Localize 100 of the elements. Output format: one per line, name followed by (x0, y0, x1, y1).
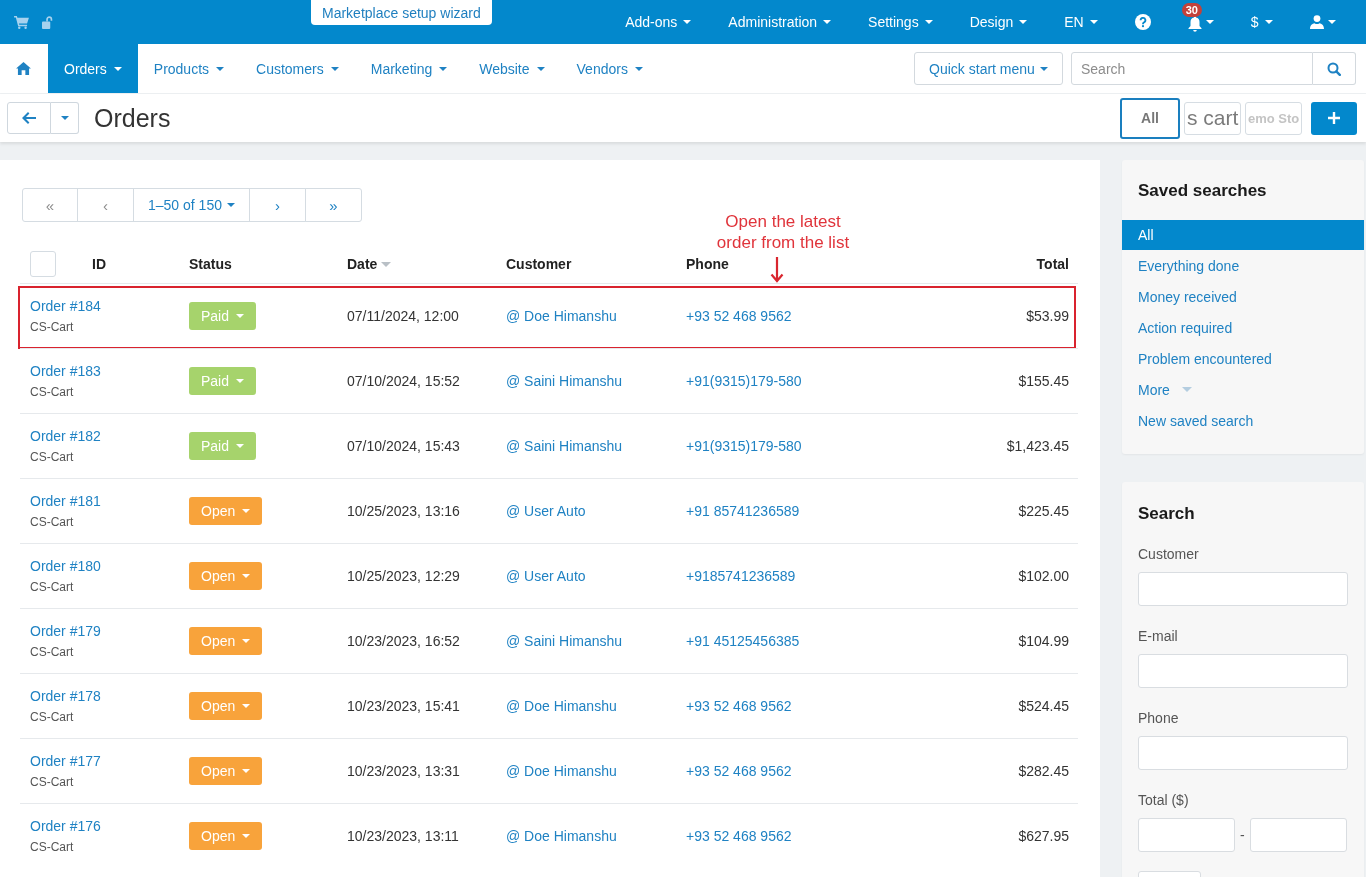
customer-link[interactable]: @ Saini Himanshu (506, 373, 623, 389)
input-field[interactable] (1249, 818, 1347, 852)
customer-link[interactable]: @ Saini Himanshu (506, 438, 623, 454)
customer-link[interactable]: @ Doe Himanshu (506, 308, 617, 324)
menu-item[interactable]: Settings (849, 0, 952, 44)
order-link[interactable]: Order #180 (30, 558, 101, 574)
column-header[interactable]: Customer (506, 256, 572, 272)
caret-icon[interactable] (1327, 20, 1336, 24)
order-total: $102.00 (1018, 568, 1069, 584)
column-header[interactable]: Status (189, 256, 232, 272)
storefront-name: CS-Cart (30, 710, 74, 724)
order-date: 10/23/2023, 13:31 (347, 763, 460, 779)
select-all-checkbox[interactable] (30, 251, 56, 277)
order-link[interactable]: Order #183 (30, 363, 101, 379)
order-link[interactable]: Order #182 (30, 428, 101, 444)
storefront-name: CS-Cart (30, 840, 74, 854)
order-link[interactable]: Order #179 (30, 623, 101, 639)
saved-search-link[interactable]: Action required (1122, 312, 1364, 343)
order-date: 10/25/2023, 13:16 (347, 503, 460, 519)
customer-link[interactable]: @ User Auto (506, 503, 586, 519)
page-nav-button[interactable]: › (249, 188, 306, 222)
saved-search-link[interactable]: All (1122, 220, 1364, 250)
input-field[interactable] (1138, 572, 1348, 606)
column-header[interactable]: Total (1036, 256, 1069, 272)
caret-icon (242, 509, 251, 513)
search-button[interactable] (1313, 52, 1356, 85)
input-field[interactable] (1138, 736, 1348, 770)
storefront-button[interactable]: s cart (1184, 101, 1241, 135)
caret-icon (242, 834, 251, 838)
order-total: $53.99 (1026, 308, 1069, 324)
cart-icon[interactable] (14, 15, 29, 29)
caret-icon (60, 116, 69, 120)
order-link[interactable]: Order #177 (30, 753, 101, 769)
column-header[interactable]: Date (347, 256, 378, 272)
field-label: Customer (1138, 545, 1200, 563)
caret-icon (924, 20, 933, 24)
phone-link[interactable]: +91(9315)179-580 (686, 373, 802, 389)
add-button[interactable] (1311, 101, 1357, 135)
more-dropdown[interactable]: More (1122, 374, 1364, 405)
wizard-button[interactable]: Marketplace setup wizard (311, 0, 492, 25)
phone-link[interactable]: +93 52 468 9562 (686, 308, 792, 324)
menu-item[interactable]: $ (1232, 0, 1291, 44)
help-icon[interactable] (1134, 14, 1151, 30)
order-link[interactable]: Order #184 (30, 298, 101, 314)
customer-link[interactable]: @ Doe Himanshu (506, 828, 617, 844)
bell-icon[interactable] (1187, 15, 1202, 32)
caret-icon (236, 379, 245, 383)
phone-link[interactable]: +91(9315)179-580 (686, 438, 802, 454)
user-icon[interactable] (1309, 15, 1324, 29)
phone-link[interactable]: +91 85741236589 (686, 503, 800, 519)
back-arrow-icon (22, 112, 36, 124)
menu-item[interactable]: Design (951, 0, 1046, 44)
phone-link[interactable]: +93 52 468 9562 (686, 763, 792, 779)
caret-icon (330, 66, 339, 71)
saved-search-link[interactable]: Everything done (1122, 250, 1364, 281)
phone-link[interactable]: +93 52 468 9562 (686, 698, 792, 714)
caret-icon (242, 769, 251, 773)
storefront-name: CS-Cart (30, 515, 74, 529)
caret-icon[interactable] (1205, 20, 1214, 24)
menu-item[interactable]: Administration (709, 0, 850, 44)
caret-icon (1089, 20, 1098, 24)
customer-link[interactable]: @ Doe Himanshu (506, 763, 617, 779)
storefront-name: CS-Cart (30, 580, 74, 594)
notification-count: 30 (1181, 2, 1202, 17)
saved-search-link[interactable]: Money received (1122, 281, 1364, 312)
input-field[interactable] (1138, 654, 1348, 688)
order-total: $282.45 (1018, 763, 1069, 779)
order-date: 10/23/2023, 15:41 (347, 698, 460, 714)
order-date: 10/23/2023, 13:11 (347, 828, 459, 844)
quick-start-menu-button[interactable]: Quick start menu (914, 52, 1063, 85)
column-header[interactable]: ID (92, 256, 106, 272)
storefront-button[interactable]: All (1120, 97, 1180, 139)
page-nav-button[interactable]: » (305, 188, 362, 222)
menu-item[interactable]: EN (1045, 0, 1117, 44)
phone-link[interactable]: +93 52 468 9562 (686, 828, 792, 844)
search-icon (1327, 61, 1341, 76)
search-field[interactable]: Search (1071, 52, 1313, 85)
saved-search-link[interactable]: Problem encountered (1122, 343, 1364, 374)
back-button[interactable] (7, 102, 51, 134)
annotation-text: Open the latest order from the list (715, 211, 851, 253)
customer-link[interactable]: @ User Auto (506, 568, 586, 584)
menu-item[interactable]: Add-ons (606, 0, 710, 44)
order-total: $104.99 (1018, 633, 1069, 649)
customer-link[interactable]: @ Doe Himanshu (506, 698, 617, 714)
saved-search-link[interactable]: New saved search (1122, 405, 1364, 436)
caret-icon (242, 704, 251, 708)
caret-icon (683, 20, 692, 24)
nav-tab[interactable]: Orders (48, 44, 138, 93)
order-link[interactable]: Order #178 (30, 688, 101, 704)
column-header[interactable]: Phone (686, 256, 729, 272)
phone-link[interactable]: +91 45125456385 (686, 633, 800, 649)
customer-link[interactable]: @ Saini Himanshu (506, 633, 623, 649)
page-range-dropdown[interactable]: 1–50 of 150 (133, 188, 250, 222)
unlocked-padlock-icon[interactable] (42, 15, 53, 29)
phone-link[interactable]: +9185741236589 (686, 568, 796, 584)
history-dropdown-button[interactable] (51, 102, 79, 134)
order-link[interactable]: Order #176 (30, 818, 101, 834)
order-link[interactable]: Order #181 (30, 493, 101, 509)
caret-icon (216, 66, 225, 71)
input-field[interactable] (1138, 818, 1235, 852)
